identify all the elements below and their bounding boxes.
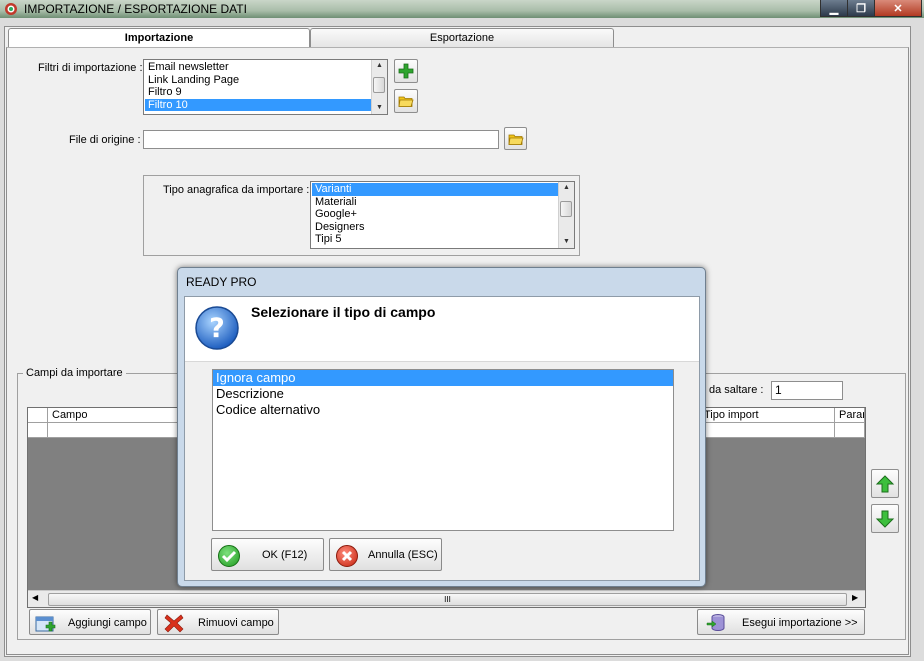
list-item[interactable]: Google+ xyxy=(312,208,558,221)
app-logo-icon xyxy=(5,3,17,15)
dialog-body: ? Selezionare il tipo di campo Ignora ca… xyxy=(184,296,700,581)
list-item[interactable]: Codice alternativo xyxy=(213,402,673,418)
field-type-dialog: READY PRO ? Selezionare il tipo di campo… xyxy=(177,267,706,587)
folder-icon xyxy=(508,134,524,145)
fields-group-label: Campi da importare xyxy=(23,367,126,379)
field-type-listbox[interactable]: Ignora campo Descrizione Codice alternat… xyxy=(212,369,674,531)
table-row[interactable] xyxy=(835,423,865,438)
list-item-selected[interactable]: Varianti xyxy=(312,183,558,196)
scroll-up-icon[interactable]: ▲ xyxy=(559,182,574,194)
scroll-down-icon[interactable]: ▼ xyxy=(559,236,574,248)
registry-type-listbox[interactable]: Varianti Materiali Google+ Designers Tip… xyxy=(310,181,575,249)
close-button[interactable]: ✕ xyxy=(874,0,922,17)
svg-text:?: ? xyxy=(209,313,225,344)
window-title: IMPORTAZIONE / ESPORTAZIONE DATI xyxy=(24,2,247,16)
question-icon: ? xyxy=(195,306,239,350)
grid-row-header xyxy=(28,423,48,438)
add-field-button[interactable]: Aggiungi campo xyxy=(29,609,151,635)
list-item[interactable]: Designers xyxy=(312,221,558,234)
arrow-up-icon xyxy=(875,474,895,492)
run-import-button[interactable]: Esegui importazione >> xyxy=(697,609,865,635)
scroll-thumb[interactable] xyxy=(373,77,385,93)
registry-type-label: Tipo anagrafica da importare : xyxy=(163,184,310,196)
list-item-selected[interactable]: Ignora campo xyxy=(213,370,673,386)
source-file-input[interactable] xyxy=(143,130,499,149)
grid-hscrollbar[interactable]: ◀ III ▶ xyxy=(28,590,865,607)
scroll-thumb[interactable] xyxy=(560,201,572,217)
list-item[interactable]: Descrizione xyxy=(213,386,673,402)
browse-file-button[interactable] xyxy=(504,127,527,150)
list-item[interactable]: Email newsletter xyxy=(145,61,371,74)
database-import-icon xyxy=(706,614,725,632)
dialog-header: ? Selezionare il tipo di campo xyxy=(185,297,699,362)
list-item-selected[interactable]: Filtro 10 xyxy=(145,98,371,112)
list-item[interactable]: Filtro 9 xyxy=(145,86,371,99)
rows-to-skip-label: da saltare : xyxy=(709,384,764,396)
remove-x-icon xyxy=(164,614,184,633)
minimize-button[interactable]: ▁ xyxy=(820,0,848,17)
ok-button[interactable]: OK (F12) xyxy=(211,538,324,571)
tab-esportazione[interactable]: Esportazione xyxy=(310,28,614,48)
move-down-button[interactable] xyxy=(871,504,899,533)
dialog-question: Selezionare il tipo di campo xyxy=(251,304,436,320)
title-bar: IMPORTAZIONE / ESPORTAZIONE DATI ▁ ❐ ✕ xyxy=(0,0,924,18)
folder-icon xyxy=(398,96,414,107)
filters-scrollbar[interactable]: ▲ ▼ xyxy=(371,60,387,114)
grid-column-parametri[interactable]: Parar xyxy=(835,408,865,423)
list-item[interactable]: Tipi 5 xyxy=(312,233,558,246)
filters-label: Filtri di importazione : xyxy=(38,62,143,74)
filters-listbox[interactable]: Email newsletter Link Landing Page Filtr… xyxy=(143,59,388,115)
plus-icon xyxy=(398,63,414,79)
add-field-icon xyxy=(35,616,56,632)
arrow-down-icon xyxy=(875,510,895,528)
grid-column-tipo-import[interactable]: Tipo import xyxy=(700,408,835,423)
source-file-label: File di origine : xyxy=(69,134,141,146)
scroll-up-icon[interactable]: ▲ xyxy=(372,60,387,72)
registry-type-scrollbar[interactable]: ▲ ▼ xyxy=(558,182,574,248)
scroll-right-icon[interactable]: ▶ xyxy=(852,593,858,602)
cancel-x-icon xyxy=(336,545,358,567)
move-up-button[interactable] xyxy=(871,469,899,498)
table-row[interactable] xyxy=(700,423,835,438)
maximize-button[interactable]: ❐ xyxy=(847,0,875,17)
check-icon xyxy=(218,545,240,567)
scroll-thumb[interactable]: III xyxy=(48,593,847,606)
tab-importazione[interactable]: Importazione xyxy=(8,28,310,49)
cancel-button[interactable]: Annulla (ESC) xyxy=(329,538,442,571)
list-item[interactable]: Materiali xyxy=(312,196,558,209)
grid-row-header xyxy=(28,408,48,423)
scroll-down-icon[interactable]: ▼ xyxy=(372,102,387,114)
rows-to-skip-input[interactable]: 1 xyxy=(771,381,843,400)
list-item[interactable]: Link Landing Page xyxy=(145,74,371,87)
dialog-title: READY PRO xyxy=(186,275,257,289)
remove-field-button[interactable]: Rimuovi campo xyxy=(157,609,279,635)
scroll-left-icon[interactable]: ◀ xyxy=(32,593,38,602)
open-filter-button[interactable] xyxy=(394,89,418,113)
add-filter-button[interactable] xyxy=(394,59,418,83)
